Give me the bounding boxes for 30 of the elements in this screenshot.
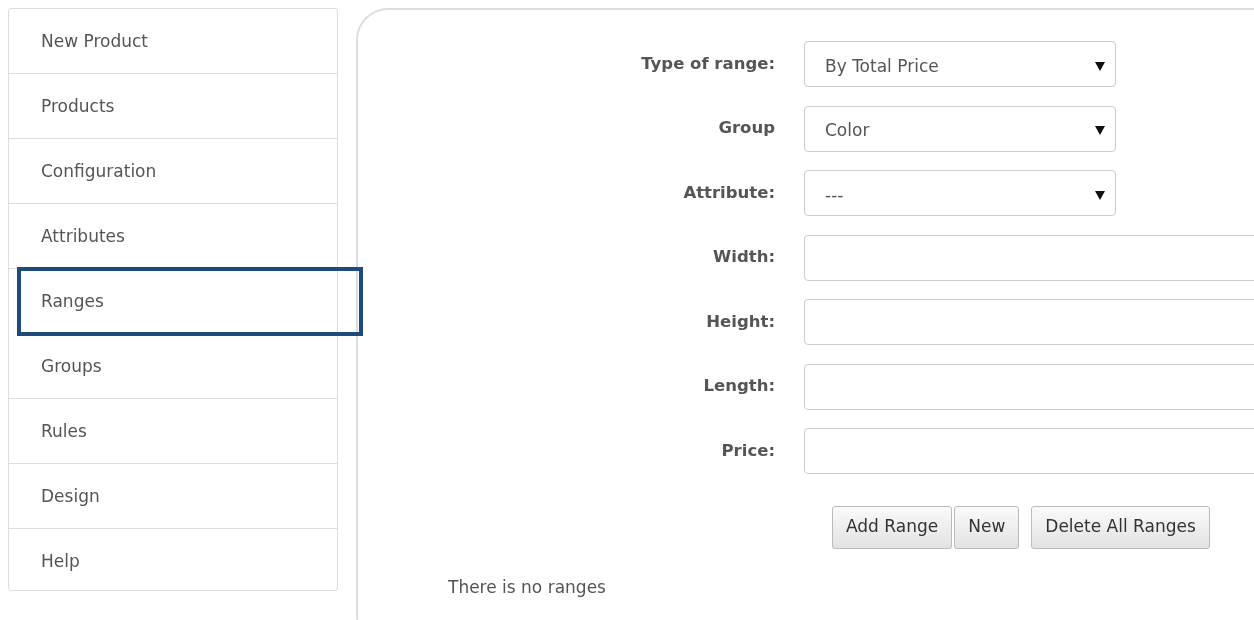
sidebar-item[interactable]: Ranges xyxy=(19,269,361,334)
input-field[interactable] xyxy=(804,428,1254,475)
sidebar-item[interactable]: Groups xyxy=(9,334,337,399)
dropdown[interactable]: Color xyxy=(804,105,1116,152)
sidebar-item[interactable]: Configuration xyxy=(9,139,337,204)
dropdown[interactable]: By Total Price xyxy=(804,41,1116,88)
sidebar-item[interactable]: New Product xyxy=(9,9,337,74)
empty-message: There is no ranges xyxy=(447,575,607,599)
caret-icon xyxy=(1095,190,1105,200)
field-label: Attribute: xyxy=(682,181,776,204)
sidebar-item[interactable]: Products xyxy=(9,74,337,139)
field-label: Width: xyxy=(712,246,776,269)
dropdown[interactable]: --- xyxy=(804,170,1116,217)
button[interactable]: Delete All Ranges xyxy=(1031,505,1210,549)
sidebar-item[interactable]: Help xyxy=(9,529,337,591)
button[interactable]: New xyxy=(954,505,1020,549)
field-label: Group xyxy=(717,117,776,140)
input-field[interactable] xyxy=(804,363,1254,410)
caret-icon xyxy=(1095,61,1105,71)
sidebar-item[interactable]: Design xyxy=(9,464,337,529)
field-label: Height: xyxy=(705,310,776,333)
input-field[interactable] xyxy=(804,299,1254,346)
field-label: Length: xyxy=(702,375,776,398)
sidebar-item[interactable]: Rules xyxy=(9,399,337,464)
input-field[interactable] xyxy=(804,234,1254,281)
button[interactable]: Add Range xyxy=(832,505,953,549)
sidebar-item[interactable]: Attributes xyxy=(9,204,337,269)
caret-icon xyxy=(1095,126,1105,136)
field-label: Type of range: xyxy=(640,52,776,75)
field-label: Price: xyxy=(720,439,776,462)
